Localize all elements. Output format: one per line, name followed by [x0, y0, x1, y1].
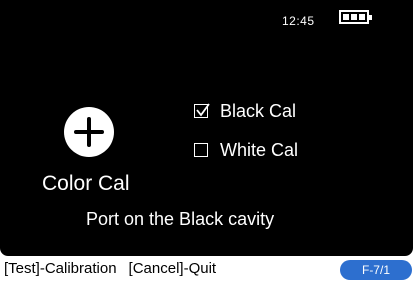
color-cal-plus-button[interactable] [64, 107, 114, 157]
battery-icon [339, 10, 372, 24]
device-screen: 12:45 Color Cal Black Cal White Cal Port… [0, 0, 413, 256]
option-black-cal[interactable]: Black Cal [194, 100, 296, 122]
checked-checkbox-icon[interactable] [194, 103, 210, 118]
option-white-cal-label: White Cal [220, 139, 299, 160]
cancel-hint: [Cancel]-Quit [128, 260, 217, 277]
test-hint: [Test]-Calibration [4, 260, 117, 277]
page-code-badge: F-7/1 [340, 260, 412, 280]
option-black-cal-label: Black Cal [220, 100, 297, 121]
color-cal-label: Color Cal [42, 172, 130, 195]
clock-time: 12:45 [282, 14, 315, 28]
page-code: F-7/1 [361, 263, 390, 277]
unchecked-checkbox-icon[interactable] [194, 143, 208, 157]
plus-icon [74, 117, 104, 147]
option-white-cal[interactable]: White Cal [194, 139, 298, 161]
footer-hints: [Test]-Calibration [Cancel]-Quit [4, 260, 216, 277]
instruction-message: Port on the Black cavity [86, 209, 275, 229]
